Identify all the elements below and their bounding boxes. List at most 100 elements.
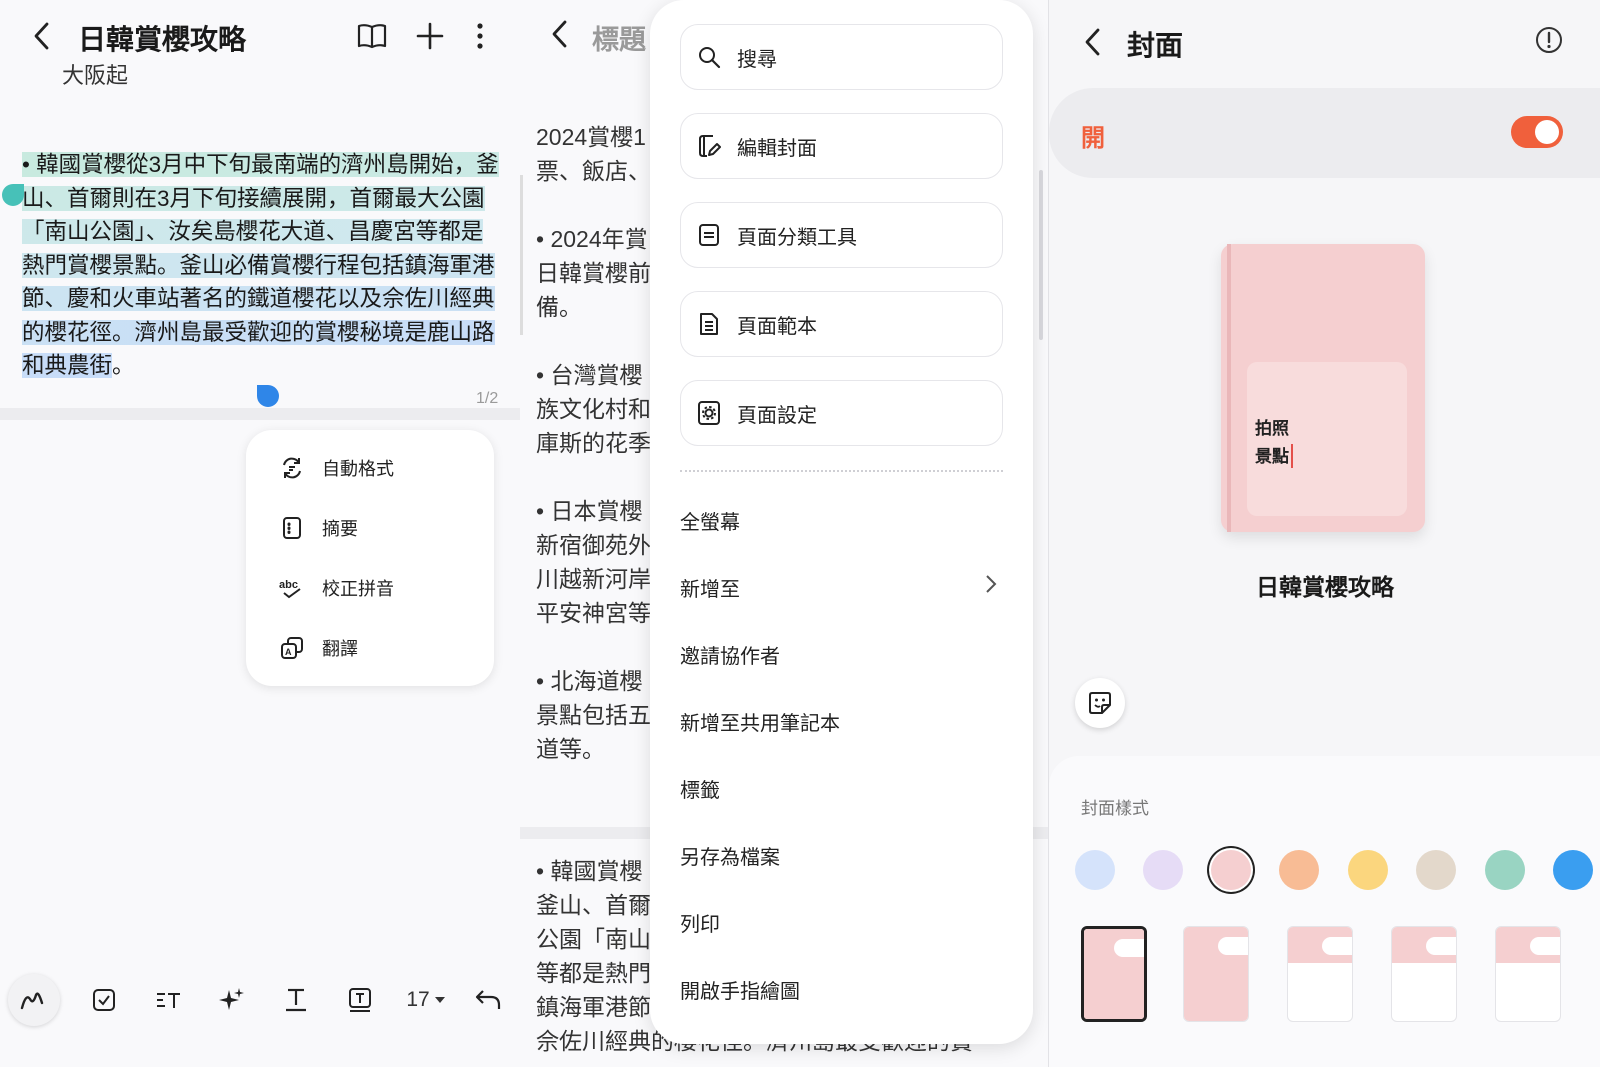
cover-toggle-row[interactable]: 開	[1049, 88, 1600, 178]
template-label-tab	[1530, 937, 1560, 955]
menu-item-auto-format[interactable]: 自動格式	[246, 440, 494, 496]
cover-spine	[1227, 244, 1231, 532]
note-body-line: 鎮海軍港節	[536, 994, 651, 1020]
menu-label: 新增至	[680, 578, 740, 601]
menu-item-translate[interactable]: A 翻譯	[246, 620, 494, 676]
menu-item-fullscreen[interactable]: 全螢幕	[680, 494, 1003, 546]
cover-switch[interactable]	[1511, 116, 1563, 148]
color-swatch[interactable]	[1553, 850, 1593, 890]
menu-page-template[interactable]: 頁面範本	[680, 291, 1003, 357]
cover-text-line: 景點	[1255, 447, 1289, 466]
cover-template-header-band-pattern[interactable]	[1391, 926, 1457, 1022]
font-size-dropdown[interactable]: 17	[396, 974, 456, 1026]
menu-label: 頁面設定	[737, 404, 817, 427]
ai-context-menu: 自動格式 摘要 abc 校正拼音 A 翻譯	[246, 430, 494, 686]
info-icon[interactable]	[1535, 26, 1563, 59]
reading-mode-icon[interactable]	[350, 14, 394, 58]
menu-label: 頁面範本	[737, 315, 817, 338]
color-swatch[interactable]	[1143, 850, 1183, 890]
note-body-line: 新宿御苑外	[536, 532, 651, 558]
note-title-placeholder[interactable]: 標題	[592, 18, 646, 57]
notebook-name[interactable]: 日韓賞櫻攻略	[1049, 568, 1600, 602]
add-icon[interactable]	[408, 14, 452, 58]
color-swatch[interactable]	[1485, 850, 1525, 890]
chevron-right-icon	[985, 574, 997, 600]
color-swatch[interactable]	[1075, 850, 1115, 890]
menu-page-sorter[interactable]: 頁面分類工具	[680, 202, 1003, 268]
menu-item-print[interactable]: 列印	[680, 896, 1003, 948]
undo-icon[interactable]	[462, 974, 514, 1026]
more-options-icon[interactable]	[458, 14, 502, 58]
edit-cover-icon	[695, 132, 723, 160]
page-number: 1/2	[476, 390, 499, 407]
clipped-previous-line: 大阪起	[62, 63, 129, 88]
menu-item-spell-check[interactable]: abc 校正拼音	[246, 560, 494, 616]
menu-page-settings[interactable]: 頁面設定	[680, 380, 1003, 446]
color-swatch[interactable]	[1416, 850, 1456, 890]
back-arrow-icon[interactable]	[20, 14, 64, 58]
menu-item-save-as-file[interactable]: 另存為檔案	[680, 829, 1003, 881]
menu-item-summary[interactable]: 摘要	[246, 500, 494, 556]
svg-text:A: A	[285, 647, 292, 657]
menu-label: 編輯封面	[737, 137, 817, 160]
menu-item-invite-collaborators[interactable]: 邀請協作者	[680, 628, 1003, 680]
template-label-tab	[1114, 939, 1144, 957]
note-with-menu-panel: 標題 2024賞櫻1 票、飯店、 • 2024年賞 日韓賞櫻前 備。 • 台灣賞櫻 族文化村…	[520, 0, 1048, 1067]
menu-label: 另存為檔案	[680, 846, 780, 869]
cover-template-header-band[interactable]	[1287, 926, 1353, 1022]
menu-label: 搜尋	[737, 48, 777, 71]
selected-paragraph[interactable]: • 韓國賞櫻從3月中下旬最南端的濟州島開始，釜山、首爾則在3月下旬接續展開，首爾…	[22, 148, 500, 383]
menu-edit-cover[interactable]: 編輯封面	[680, 113, 1003, 179]
menu-item-add-to-shared-notebook[interactable]: 新增至共用筆記本	[680, 695, 1003, 747]
note-body-line: • 2024年賞	[536, 226, 648, 252]
caret-down-icon	[434, 997, 445, 1003]
menu-item-label: 摘要	[322, 519, 358, 539]
note-body-line: 庫斯的花季	[536, 430, 651, 456]
back-arrow-icon[interactable]	[538, 12, 582, 56]
note-title[interactable]: 日韓賞櫻攻略	[78, 18, 246, 58]
cover-template-header-band-bookmark[interactable]	[1495, 926, 1561, 1022]
cover-label-area[interactable]: 拍照 景點	[1247, 362, 1407, 516]
note-body-line: 等都是熱門	[536, 960, 651, 986]
page-sorter-icon	[695, 221, 723, 249]
menu-label: 開啟手指繪圖	[680, 980, 800, 1003]
page-settings-icon	[695, 399, 723, 427]
bullet: •	[22, 152, 30, 177]
page-title: 封面	[1127, 30, 1184, 61]
cover-template-spiral[interactable]	[1183, 926, 1249, 1022]
text-cursor	[1291, 444, 1293, 468]
ai-sparkle-icon[interactable]	[206, 974, 258, 1026]
cover-template-plain[interactable]	[1081, 926, 1147, 1022]
menu-item-finger-drawing[interactable]: 開啟手指繪圖	[680, 963, 1003, 1015]
menu-search[interactable]: 搜尋	[680, 24, 1003, 90]
color-swatch[interactable]	[1279, 850, 1319, 890]
menu-item-label: 自動格式	[322, 459, 394, 479]
pen-icon[interactable]	[8, 974, 60, 1026]
text-style-icon[interactable]	[142, 974, 194, 1026]
toggle-label: 開	[1081, 125, 1105, 152]
cover-text-line: 拍照	[1255, 419, 1289, 438]
text-box-icon[interactable]	[334, 974, 386, 1026]
menu-label: 標籤	[680, 779, 720, 802]
text-format-icon[interactable]	[270, 974, 322, 1026]
cover-preview[interactable]: 拍照 景點	[1221, 244, 1425, 532]
note-body-line: 平安神宮等	[536, 600, 651, 626]
menu-item-label: 翻譯	[322, 639, 358, 659]
note-editor-panel: 日韓賞櫻攻略 大阪起 • 韓國賞櫻從3月中下旬最南端的濟州島開始，釜山、首爾則在…	[0, 0, 530, 1067]
selected-text[interactable]: 韓國賞櫻從3月中下旬最南端的濟州島開始，釜山、首爾則在3月下旬接續展開，首爾最大…	[22, 152, 499, 378]
menu-item-tags[interactable]: 標籤	[680, 762, 1003, 814]
checkbox-icon[interactable]	[78, 974, 130, 1026]
color-swatch[interactable]	[1348, 850, 1388, 890]
color-swatch[interactable]	[1211, 850, 1251, 890]
scrollbar[interactable]	[1039, 170, 1043, 340]
cover-settings-panel: 封面 開 拍照 景點 日韓賞櫻攻略 封面樣式	[1048, 0, 1600, 1067]
sticker-button[interactable]	[1075, 678, 1125, 728]
note-body-line: 票、飯店、	[536, 158, 651, 184]
selection-end-handle[interactable]	[257, 385, 279, 407]
menu-item-add-to[interactable]: 新增至	[680, 561, 1003, 613]
menu-separator	[680, 470, 1003, 472]
note-body-line: • 北海道櫻	[536, 668, 643, 694]
section-label: 封面樣式	[1081, 799, 1149, 818]
selection-start-handle[interactable]	[2, 184, 24, 206]
back-arrow-icon[interactable]	[1071, 20, 1115, 64]
